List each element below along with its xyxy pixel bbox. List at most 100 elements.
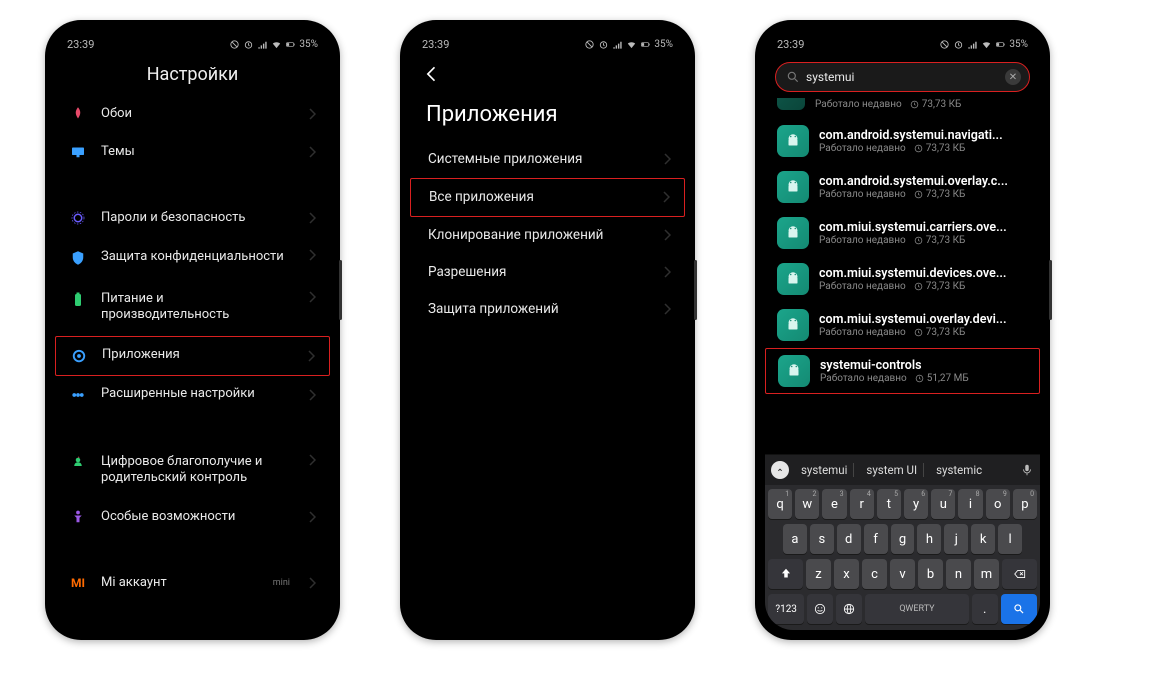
key-x[interactable]: x: [834, 559, 859, 589]
storage-icon: [914, 236, 923, 245]
key-a[interactable]: a: [783, 524, 807, 554]
settings-row[interactable]: Темы: [55, 133, 330, 171]
key-m[interactable]: m: [974, 559, 999, 589]
space-key[interactable]: QWERTY: [865, 594, 969, 624]
key-w[interactable]: w2: [795, 489, 819, 519]
app-name: com.android.systemui.overlay.c...: [819, 174, 1028, 189]
app-row[interactable]: com.android.systemui.navigati...Работало…: [765, 118, 1040, 164]
key-i[interactable]: i8: [958, 489, 982, 519]
settings-row[interactable]: Обои: [55, 95, 330, 133]
settings-row[interactable]: Разрешения: [410, 254, 685, 291]
phone-frame: 23:39 35% systemui ✕ Работало недавно 73…: [755, 20, 1050, 640]
label: Обои: [101, 106, 294, 122]
key-t[interactable]: t5: [877, 489, 901, 519]
expand-suggestions-button[interactable]: [771, 461, 789, 479]
settings-row[interactable]: Защита приложений: [410, 291, 685, 328]
key-z[interactable]: z: [806, 559, 831, 589]
label: Пароли и безопасность: [101, 210, 294, 226]
android-app-icon: [777, 263, 809, 295]
settings-row[interactable]: Особые возможности: [55, 498, 330, 536]
clear-button[interactable]: ✕: [1005, 69, 1021, 85]
status-icons: 35%: [229, 39, 318, 50]
key-b[interactable]: b: [918, 559, 943, 589]
suggestion[interactable]: system UI: [860, 463, 924, 477]
key-e[interactable]: e3: [822, 489, 846, 519]
key-f[interactable]: f: [864, 524, 888, 554]
key-h[interactable]: h: [917, 524, 941, 554]
chevron-right-icon: [663, 303, 671, 315]
app-row[interactable]: com.miui.systemui.carriers.ove...Работал…: [765, 210, 1040, 256]
suggestion[interactable]: systemui: [795, 463, 854, 477]
row-mi-account[interactable]: MI Mi аккаунт mini: [55, 564, 330, 602]
app-row[interactable]: systemui-controlsРаботало недавно51,27 М…: [765, 348, 1040, 394]
battery-icon: [285, 39, 296, 50]
status-time: 23:39: [422, 38, 449, 51]
storage-icon: [914, 190, 923, 199]
storage-icon: [914, 282, 923, 291]
app-size: 51,27 МБ: [927, 373, 969, 384]
key-g[interactable]: g: [891, 524, 915, 554]
key-v[interactable]: v: [890, 559, 915, 589]
key-l[interactable]: l: [998, 524, 1022, 554]
chevron-right-icon: [308, 108, 316, 120]
chevron-right-icon: [308, 389, 316, 401]
key-r[interactable]: r4: [850, 489, 874, 519]
key-c[interactable]: c: [862, 559, 887, 589]
back-button[interactable]: [410, 58, 685, 88]
screen: 23:39 35% Приложения Системные приложени…: [410, 30, 685, 630]
app-size: 73,73 КБ: [926, 281, 966, 292]
app-row[interactable]: com.android.systemui.overlay.c...Работал…: [765, 164, 1040, 210]
app-size: 73,73 КБ: [922, 99, 962, 110]
screen: 23:39 35% Настройки ОбоиТемы Пароли и бе…: [55, 30, 330, 630]
label: Разрешения: [428, 264, 649, 281]
settings-row[interactable]: Приложения: [55, 336, 330, 376]
search-input[interactable]: systemui ✕: [775, 62, 1030, 92]
chevron-right-icon: [663, 266, 671, 278]
key-y[interactable]: y6: [904, 489, 928, 519]
key-p[interactable]: p0: [1013, 489, 1037, 519]
settings-row[interactable]: Все приложения: [410, 178, 685, 217]
chevron-right-icon: [308, 249, 316, 261]
badge: mini: [273, 578, 290, 588]
key-n[interactable]: n: [946, 559, 971, 589]
row-icon: [69, 249, 87, 267]
settings-row[interactable]: Пароли и безопасность: [55, 199, 330, 237]
app-name: com.miui.systemui.devices.ove...: [819, 266, 1028, 281]
key-o[interactable]: o9: [986, 489, 1010, 519]
key-u[interactable]: u7: [931, 489, 955, 519]
settings-row[interactable]: Защита конфиденциальности: [55, 237, 330, 279]
dnd-icon: [584, 39, 595, 50]
app-row-partial[interactable]: Работало недавно 73,73 КБ: [765, 96, 1040, 118]
key-q[interactable]: q1: [768, 489, 792, 519]
emoji-key[interactable]: [807, 594, 833, 624]
chevron-right-icon: [308, 212, 316, 224]
status-bar: 23:39 35%: [765, 30, 1040, 58]
period-key[interactable]: .: [972, 594, 998, 624]
screen: 23:39 35% systemui ✕ Работало недавно 73…: [765, 30, 1040, 630]
settings-row[interactable]: Расширенные настройки: [55, 376, 330, 414]
shift-key[interactable]: [768, 559, 803, 589]
label: Защита приложений: [428, 301, 649, 318]
app-name: com.miui.systemui.overlay.devi...: [819, 312, 1028, 327]
mi-icon: MI: [69, 574, 87, 592]
mic-icon[interactable]: [1020, 463, 1034, 477]
battery-icon: [640, 39, 651, 50]
search-key[interactable]: [1001, 594, 1037, 624]
suggestion[interactable]: systemic: [930, 463, 988, 477]
app-row[interactable]: com.miui.systemui.devices.ove...Работало…: [765, 256, 1040, 302]
backspace-key[interactable]: [1002, 559, 1037, 589]
app-row[interactable]: com.miui.systemui.overlay.devi...Работал…: [765, 302, 1040, 348]
key-d[interactable]: d: [837, 524, 861, 554]
row-icon: [69, 508, 87, 526]
settings-row[interactable]: Системные приложения: [410, 141, 685, 178]
settings-row[interactable]: Питание и производительность: [55, 279, 330, 336]
settings-row[interactable]: Цифровое благополучие и родительский кон…: [55, 442, 330, 499]
key-k[interactable]: k: [971, 524, 995, 554]
key-j[interactable]: j: [944, 524, 968, 554]
symbols-key[interactable]: ?123: [768, 594, 804, 624]
language-key[interactable]: [836, 594, 862, 624]
key-s[interactable]: s: [810, 524, 834, 554]
chevron-right-icon: [308, 511, 316, 523]
app-size: 73,73 КБ: [926, 143, 966, 154]
settings-row[interactable]: Клонирование приложений: [410, 217, 685, 254]
